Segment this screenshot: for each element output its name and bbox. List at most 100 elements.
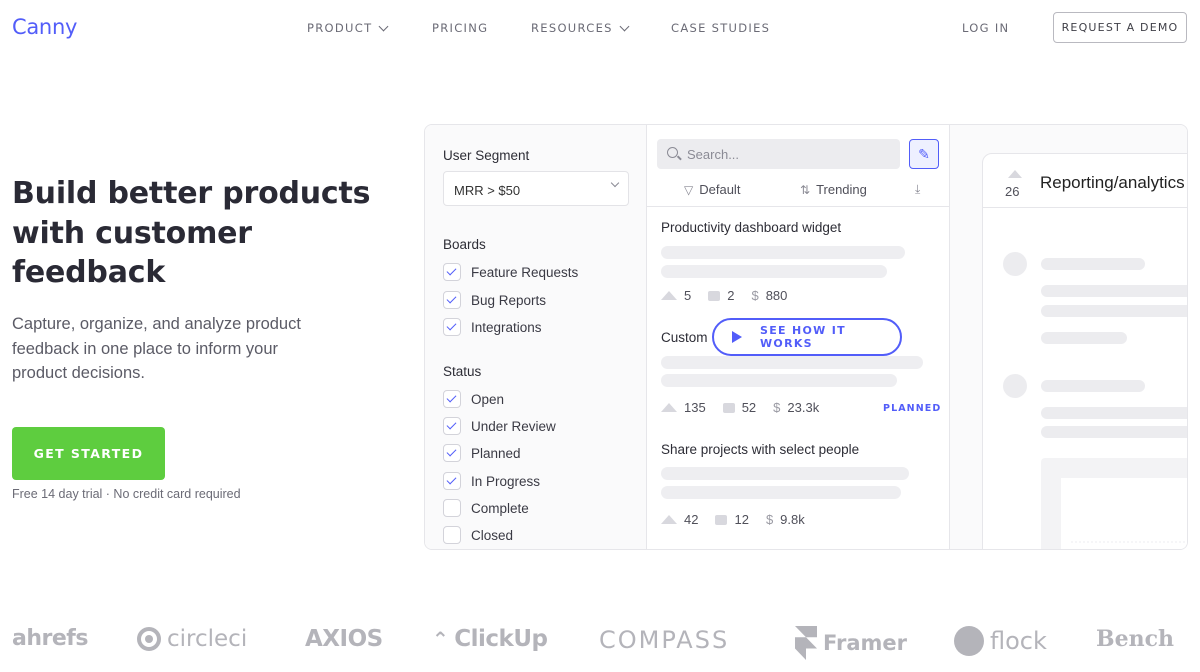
clickup-mark-icon: ⌃	[432, 627, 449, 651]
nav-resources-label: RESOURCES	[531, 21, 613, 35]
mrr-amount: 9.8k	[780, 512, 805, 527]
checkbox-empty-icon	[443, 499, 461, 517]
comment-icon	[722, 402, 735, 413]
see-how-it-works-button[interactable]: SEE HOW IT WORKS	[712, 318, 902, 356]
placeholder-line	[1041, 285, 1187, 297]
placeholder-line	[1041, 332, 1127, 344]
vote-count[interactable]: 42	[661, 512, 698, 527]
placeholder-line	[1041, 258, 1145, 270]
circleci-mark-icon	[137, 627, 161, 651]
play-icon	[732, 331, 742, 343]
status-checkbox-planned[interactable]: Planned	[443, 444, 521, 462]
logo-label: flock	[990, 627, 1047, 655]
status-option-label: In Progress	[471, 473, 541, 489]
placeholder-line	[1041, 305, 1187, 317]
placeholder-line	[1041, 407, 1187, 419]
comment-count: 12	[715, 512, 749, 527]
filter-dropdown[interactable]: ▽ Default	[684, 182, 740, 197]
mrr-value: $23.3k	[773, 400, 819, 415]
search-input[interactable]: Search...	[657, 139, 900, 169]
placeholder-line	[1041, 380, 1145, 392]
checkbox-checked-icon	[443, 417, 461, 435]
boards-label: Boards	[443, 237, 486, 252]
comment-icon	[715, 514, 728, 525]
axios-logo: AXIOS	[305, 626, 383, 652]
funnel-icon: ▽	[684, 182, 694, 197]
checkbox-empty-icon	[443, 526, 461, 544]
board-checkbox-integrations[interactable]: Integrations	[443, 318, 542, 336]
nav-pricing-label: PRICING	[432, 21, 489, 35]
dollar-icon: $	[751, 288, 759, 303]
login-link[interactable]: LOG IN	[962, 21, 1009, 35]
checkbox-checked-icon	[443, 291, 461, 309]
nav-case-studies-label: CASE STUDIES	[671, 21, 771, 35]
logo-label: ahrefs	[12, 626, 88, 651]
get-started-button[interactable]: GET STARTED	[12, 427, 165, 480]
sort-dropdown[interactable]: ⇅ Trending	[800, 182, 867, 197]
upvote-icon	[661, 291, 677, 300]
mrr-value: $880	[751, 288, 787, 303]
compass-logo: COMPASS	[599, 626, 729, 654]
placeholder-line	[661, 374, 897, 387]
dollar-icon: $	[773, 400, 781, 415]
board-checkbox-bug-reports[interactable]: Bug Reports	[443, 291, 546, 309]
framer-logo: Framer	[795, 626, 907, 660]
nav-pricing[interactable]: PRICING	[432, 21, 488, 35]
post-title[interactable]: Productivity dashboard widget	[661, 220, 841, 235]
avatar	[1003, 374, 1027, 398]
logo-label: AXIOS	[305, 626, 383, 652]
framer-mark-icon	[795, 626, 817, 660]
hero-subtitle: Capture, organize, and analyze product f…	[12, 315, 301, 383]
status-option-label: Complete	[471, 500, 529, 516]
chevron-down-icon	[619, 21, 630, 31]
dollar-icon: $	[765, 512, 774, 527]
nav-resources[interactable]: RESOURCES	[531, 21, 630, 35]
status-checkbox-open[interactable]: Open	[443, 390, 504, 408]
checkbox-checked-icon	[443, 263, 461, 281]
nav-product[interactable]: PRODUCT	[307, 21, 389, 35]
status-checkbox-under-review[interactable]: Under Review	[443, 417, 556, 435]
customer-logos: ahrefs circleci AXIOS ⌃ ClickUp COMPASS …	[0, 612, 1200, 672]
bench-logo: Bench	[1096, 626, 1174, 652]
status-checkbox-closed[interactable]: Closed	[443, 526, 513, 544]
vote-count-value: 42	[684, 512, 699, 527]
upvote-icon[interactable]	[1008, 170, 1022, 178]
post-stats: 42 12 $9.8k	[661, 512, 822, 527]
status-checkbox-in-progress[interactable]: In Progress	[443, 472, 540, 490]
post-stats: 5 2 $880	[661, 288, 804, 303]
board-label: Feature Requests	[471, 264, 579, 280]
logo-label: circleci	[167, 626, 248, 652]
board-checkbox-feature-requests[interactable]: Feature Requests	[443, 263, 578, 281]
logo-label: ClickUp	[454, 626, 548, 652]
comment-count: 2	[708, 288, 734, 303]
post-title[interactable]: Share projects with select people	[661, 442, 859, 457]
hero-title: Build better products with customer feed…	[12, 176, 371, 290]
chevron-down-icon	[610, 178, 620, 188]
board-label: Bug Reports	[471, 292, 547, 308]
segment-value: MRR > $50	[454, 183, 521, 198]
status-option-label: Open	[471, 391, 505, 407]
comment-count-value: 12	[734, 512, 749, 527]
export-button[interactable]: ⤓	[915, 182, 920, 197]
edit-button[interactable]: ✎	[909, 139, 939, 169]
vote-count[interactable]: 5	[661, 288, 691, 303]
board-label: Integrations	[471, 319, 542, 335]
comment-count-value: 2	[727, 288, 735, 303]
vote-count-value: 5	[684, 288, 692, 303]
comment-count: 52	[722, 400, 756, 415]
placeholder-line	[1041, 426, 1187, 438]
request-demo-button[interactable]: REQUEST A DEMO	[1053, 12, 1187, 43]
segment-select[interactable]: MRR > $50	[443, 171, 629, 206]
detail-title: Reporting/analytics	[1040, 173, 1185, 192]
placeholder-line	[661, 246, 905, 259]
vote-count[interactable]: 135	[661, 400, 706, 415]
circleci-logo: circleci	[137, 626, 247, 652]
post-title[interactable]: Custom	[661, 330, 708, 345]
sort-label: Trending	[816, 182, 867, 197]
canny-logo[interactable]: Canny	[12, 15, 77, 39]
placeholder-line	[661, 356, 923, 369]
status-checkbox-complete[interactable]: Complete	[443, 499, 529, 517]
pencil-icon: ✎	[918, 145, 930, 162]
top-nav: Canny PRODUCT PRICING RESOURCES CASE STU…	[0, 0, 1200, 56]
nav-case-studies[interactable]: CASE STUDIES	[671, 21, 770, 35]
